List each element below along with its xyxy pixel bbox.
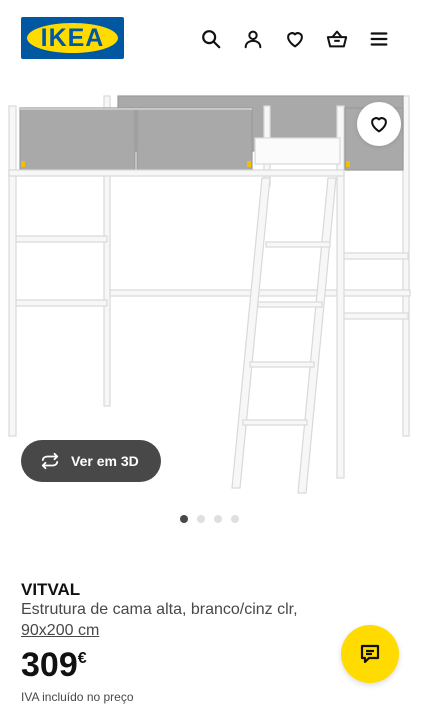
add-to-favorites-button[interactable] bbox=[357, 102, 401, 146]
heart-icon bbox=[371, 117, 387, 133]
chat-button[interactable] bbox=[341, 625, 399, 683]
view-in-3d-button[interactable]: Ver em 3D bbox=[21, 440, 161, 482]
carousel-dots bbox=[180, 515, 239, 523]
menu-icon[interactable] bbox=[366, 26, 392, 52]
chat-icon bbox=[360, 644, 380, 664]
ikea-logo[interactable]: IKEA bbox=[21, 17, 124, 59]
product-description: Estrutura de cama alta, branco/cinz clr, bbox=[21, 601, 298, 618]
logo-text: IKEA bbox=[40, 24, 105, 52]
basket-icon[interactable] bbox=[324, 26, 350, 52]
header: IKEA bbox=[0, 0, 421, 78]
product-price: 309€ bbox=[21, 646, 87, 685]
product-size-link[interactable]: 90x200 cm bbox=[21, 622, 99, 640]
product-name: VITVAL bbox=[21, 580, 81, 599]
vat-note: IVA incluído no preço bbox=[21, 690, 134, 704]
user-icon[interactable] bbox=[240, 26, 266, 52]
carousel-dot[interactable] bbox=[231, 515, 239, 523]
carousel-dot[interactable] bbox=[180, 515, 188, 523]
search-icon[interactable] bbox=[198, 26, 224, 52]
view-in-3d-label: Ver em 3D bbox=[71, 453, 139, 469]
carousel-dot[interactable] bbox=[197, 515, 205, 523]
price-currency: € bbox=[77, 650, 87, 667]
rotate-3d-icon bbox=[39, 450, 61, 472]
carousel-dot[interactable] bbox=[214, 515, 222, 523]
heart-icon[interactable] bbox=[282, 26, 308, 52]
price-integer: 309 bbox=[21, 646, 78, 684]
